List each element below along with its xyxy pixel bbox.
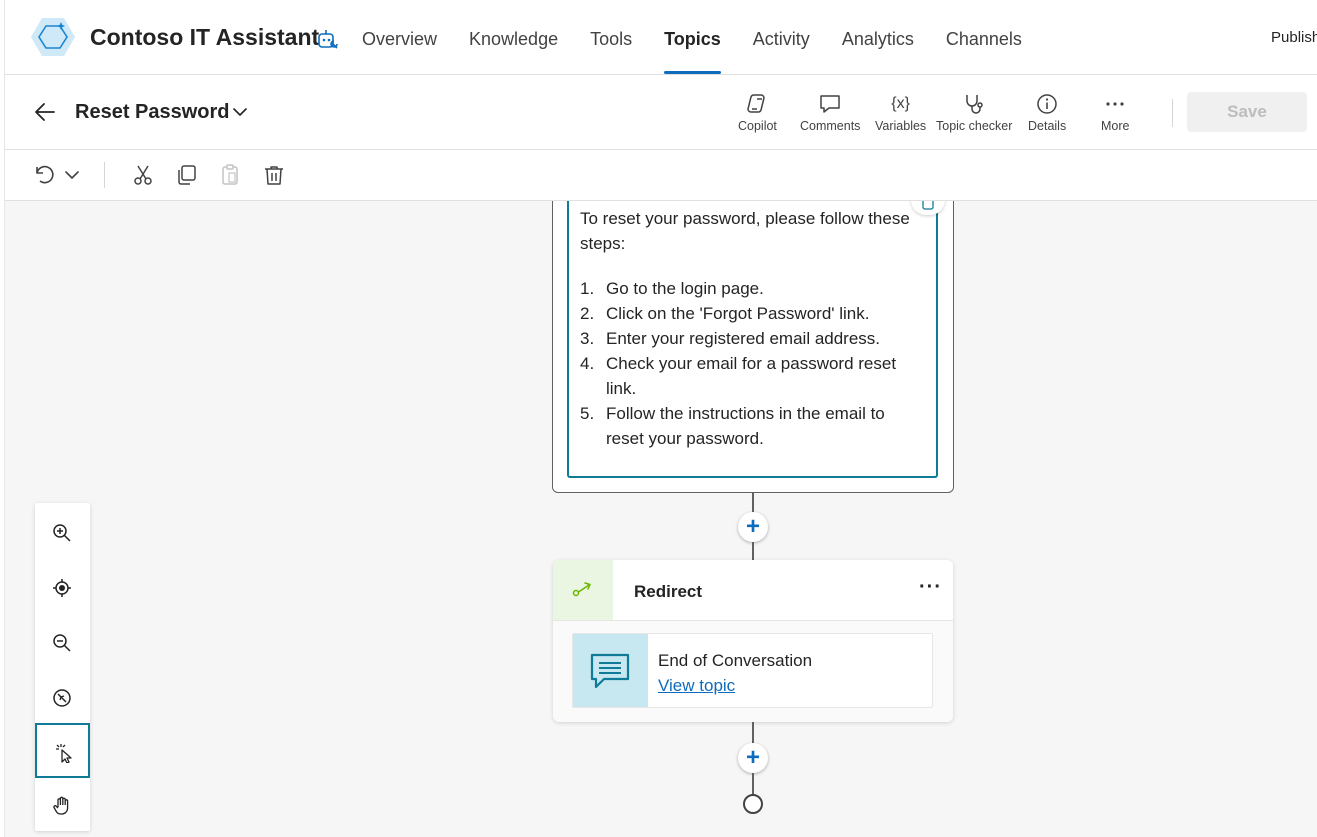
message-intro: To reset your password, please follow th…	[580, 209, 910, 253]
save-button[interactable]: Save	[1187, 92, 1307, 132]
redirect-node[interactable]: Redirect ··· End of Conversation View to…	[553, 560, 953, 722]
steps-list: 1. Go to the login page. 2. Click on the '…	[580, 276, 925, 451]
add-node-button[interactable]: +	[738, 512, 768, 542]
tab-tools[interactable]: Tools	[590, 0, 632, 75]
target-topic-name: End of Conversation	[658, 651, 813, 670]
tab-knowledge[interactable]: Knowledge	[469, 0, 558, 75]
comments-button[interactable]: Comments	[800, 92, 860, 133]
paste-icon	[222, 164, 238, 185]
tab-overview[interactable]: Overview	[362, 0, 437, 75]
node-more-button[interactable]: ···	[919, 576, 942, 599]
back-arrow-icon[interactable]	[34, 101, 56, 123]
tab-analytics[interactable]: Analytics	[842, 0, 914, 75]
publish-button[interactable]: Publish	[1271, 29, 1317, 46]
connector-line	[752, 542, 754, 560]
connector-line	[752, 722, 754, 744]
connector-line	[752, 773, 754, 795]
list-item: 1. Go to the login page.	[580, 279, 764, 298]
pointer-icon	[56, 744, 72, 763]
compass-icon	[53, 689, 71, 707]
cut-icon[interactable]	[131, 163, 155, 187]
more-label: More	[1101, 119, 1130, 133]
details-label: Details	[1028, 119, 1067, 133]
redirect-body: End of Conversation View topic	[553, 621, 953, 722]
more-button[interactable]: More	[1101, 92, 1129, 133]
topic-tile-icon-box	[573, 634, 648, 707]
pan-mode-button[interactable]	[35, 778, 90, 833]
zoom-out-button[interactable]	[35, 615, 90, 670]
toolbar-divider	[1172, 99, 1173, 127]
topic-canvas[interactable]: To reset your password, please follow th…	[5, 201, 1317, 837]
tab-activity[interactable]: Activity	[753, 0, 810, 75]
main-nav: Overview Knowledge Tools Topics Activity…	[362, 0, 1054, 75]
left-edge-rail	[0, 0, 5, 837]
app-title: Contoso IT Assistant	[90, 24, 320, 50]
variables-button[interactable]: {x} Variables	[875, 92, 926, 133]
agent-settings-icon[interactable]	[316, 27, 340, 51]
topic-checker-button[interactable]: Topic checker	[936, 92, 1012, 133]
undo-dropdown-chevron-icon[interactable]	[62, 163, 82, 187]
chevron-down-icon[interactable]	[232, 104, 248, 120]
more-icon	[1106, 102, 1124, 106]
copy-icon[interactable]	[175, 163, 199, 187]
end-node	[743, 794, 763, 814]
delete-icon[interactable]	[262, 163, 286, 187]
minimap-toggle-button[interactable]	[35, 670, 90, 725]
edit-toolbar	[0, 150, 1317, 201]
select-mode-button[interactable]	[35, 723, 90, 778]
topic-checker-label: Topic checker	[936, 119, 1013, 133]
copilot-button[interactable]: Copilot	[738, 92, 777, 133]
hand-icon	[53, 796, 69, 815]
stethoscope-icon	[966, 95, 983, 114]
copilot-icon	[747, 94, 766, 113]
redirect-target-topic[interactable]: End of Conversation View topic	[572, 633, 933, 708]
topic-title[interactable]: Reset Password	[75, 101, 230, 124]
list-item: 4. Check your email for a password reset …	[580, 354, 897, 398]
copy-icon	[922, 201, 934, 210]
comment-icon	[820, 95, 840, 113]
info-icon	[1037, 94, 1057, 114]
copilot-label: Copilot	[738, 119, 777, 133]
connector-line	[752, 493, 754, 513]
tab-topics[interactable]: Topics	[664, 0, 721, 75]
undo-icon[interactable]	[32, 163, 56, 187]
redirect-icon-box	[553, 560, 613, 620]
comments-label: Comments	[800, 119, 861, 133]
redirect-title: Redirect	[634, 582, 703, 601]
agent-logo-icon	[31, 18, 75, 56]
zoom-in-icon	[53, 524, 71, 542]
list-item: 3. Enter your registered email address.	[580, 329, 881, 348]
view-topic-link[interactable]: View topic	[658, 676, 735, 696]
toolbar-divider	[104, 162, 105, 188]
app-header: Contoso IT Assistant Overview Knowledge …	[0, 0, 1317, 75]
list-item: 2. Click on the 'Forgot Password' link.	[580, 304, 870, 323]
zoom-in-button[interactable]	[35, 505, 90, 560]
message-text-editor[interactable]: To reset your password, please follow th…	[567, 201, 938, 478]
list-item: 5. Follow the instructions in the email t…	[580, 404, 885, 448]
message-bubble-icon	[590, 653, 630, 689]
add-node-button[interactable]: +	[738, 743, 768, 773]
topic-header: Reset Password Copilot Comments {x} Vari…	[0, 75, 1317, 150]
details-button[interactable]: Details	[1028, 92, 1066, 133]
message-node[interactable]: To reset your password, please follow th…	[552, 201, 954, 493]
tab-channels[interactable]: Channels	[946, 0, 1022, 75]
variables-label: Variables	[875, 119, 927, 133]
variables-icon: {x}	[891, 95, 910, 112]
target-icon	[53, 579, 71, 597]
canvas-controls	[35, 503, 90, 831]
recenter-button[interactable]	[35, 560, 90, 615]
zoom-out-icon	[53, 634, 71, 652]
redirect-icon	[572, 582, 591, 597]
